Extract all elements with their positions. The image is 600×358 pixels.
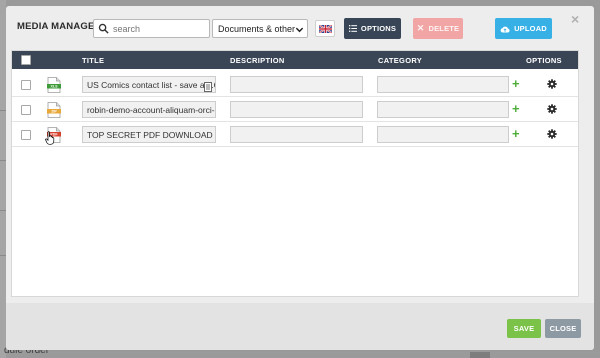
- options-button[interactable]: OPTIONS: [344, 18, 401, 39]
- media-table-panel: TITLE DESCRIPTION CATEGORY OPTIONS XLS U…: [11, 50, 579, 297]
- options-button-label: OPTIONS: [360, 24, 397, 33]
- background-block: [470, 352, 490, 358]
- column-header-options: OPTIONS: [526, 56, 562, 65]
- media-manager-modal: MEDIA MANAGER Documents & other: [6, 6, 594, 350]
- file-type-select-value: Documents & other: [218, 24, 296, 34]
- close-button[interactable]: CLOSE: [545, 319, 581, 338]
- column-header-title: TITLE: [82, 56, 105, 65]
- search-box[interactable]: [93, 19, 210, 38]
- modal-header: MEDIA MANAGER Documents & other: [6, 6, 594, 50]
- language-button[interactable]: [315, 20, 335, 37]
- list-icon: [348, 25, 357, 32]
- column-header-category: CATEGORY: [378, 56, 423, 65]
- gear-icon[interactable]: [547, 79, 557, 89]
- file-type-select[interactable]: Documents & other: [212, 19, 308, 38]
- close-icon: ✕: [416, 23, 425, 33]
- table-row: PDF TOP SECRET PDF DOWNLOAD +: [12, 123, 578, 147]
- table-header: TITLE DESCRIPTION CATEGORY OPTIONS: [12, 51, 578, 69]
- close-button-label: CLOSE: [549, 324, 577, 333]
- search-icon: [98, 23, 109, 34]
- text-scroll-icon: [204, 82, 212, 92]
- upload-button-label: UPLOAD: [514, 24, 547, 33]
- chevron-down-icon: [295, 27, 304, 33]
- column-header-description: DESCRIPTION: [230, 56, 285, 65]
- add-category-icon[interactable]: +: [512, 77, 523, 90]
- modal-close-icon[interactable]: ×: [571, 12, 581, 26]
- save-button[interactable]: SAVE: [507, 319, 541, 338]
- modal-title: MEDIA MANAGER: [17, 21, 102, 32]
- cloud-upload-icon: [500, 26, 510, 32]
- gear-icon[interactable]: [547, 129, 557, 139]
- file-type-label: ZIP: [51, 110, 57, 114]
- row-checkbox[interactable]: [21, 105, 31, 115]
- description-field[interactable]: [230, 126, 363, 143]
- search-input[interactable]: [113, 21, 205, 36]
- upload-button[interactable]: UPLOAD: [495, 18, 552, 39]
- row-checkbox[interactable]: [21, 130, 31, 140]
- table-row: XLS US Comics contact list - save as .CS…: [12, 73, 578, 97]
- add-category-icon[interactable]: +: [512, 102, 523, 115]
- uk-flag-icon: [319, 25, 332, 33]
- add-category-icon[interactable]: +: [512, 127, 523, 140]
- select-all-checkbox[interactable]: [21, 55, 31, 65]
- title-field[interactable]: TOP SECRET PDF DOWNLOAD: [82, 126, 216, 143]
- title-field[interactable]: US Comics contact list - save as .CSV: [82, 76, 216, 93]
- file-type-label: XLS: [51, 85, 59, 89]
- gear-icon[interactable]: [547, 104, 557, 114]
- category-field[interactable]: [377, 101, 509, 118]
- description-field[interactable]: [230, 101, 363, 118]
- category-field[interactable]: [377, 126, 509, 143]
- description-field[interactable]: [230, 76, 363, 93]
- category-field[interactable]: [377, 76, 509, 93]
- delete-button-label: DELETE: [428, 24, 460, 33]
- save-button-label: SAVE: [513, 324, 535, 333]
- title-field[interactable]: robin-demo-account-aliquam-orci-nulla: [82, 101, 216, 118]
- delete-button[interactable]: ✕ DELETE: [413, 18, 463, 39]
- zip-file-icon: ZIP: [47, 102, 61, 118]
- xls-file-icon: XLS: [47, 77, 61, 93]
- modal-footer: SAVE CLOSE: [6, 303, 594, 350]
- hand-pointer-cursor-icon: [45, 131, 55, 145]
- table-row: ZIP robin-demo-account-aliquam-orci-null…: [12, 98, 578, 122]
- row-checkbox[interactable]: [21, 80, 31, 90]
